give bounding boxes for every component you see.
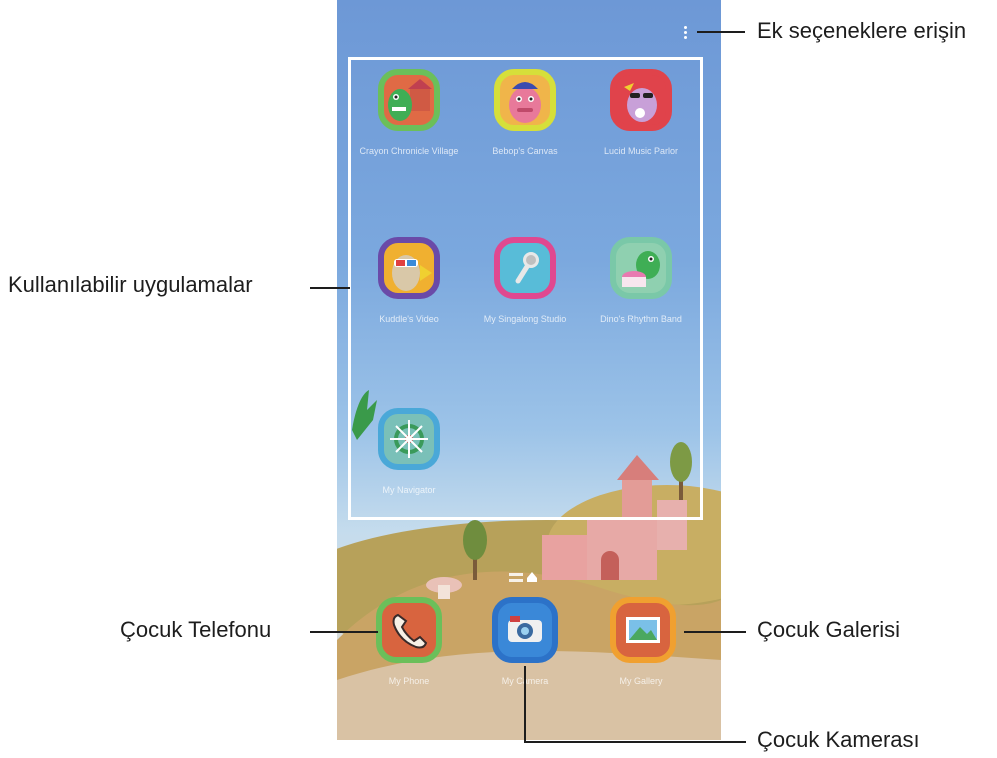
kids-gallery-app[interactable] xyxy=(610,597,676,663)
app-microphone[interactable] xyxy=(494,237,556,299)
pink-monster-icon xyxy=(509,82,541,123)
app-label: Dino's Rhythm Band xyxy=(600,314,682,324)
more-options-icon[interactable] xyxy=(683,26,691,44)
app-label: Bebop's Canvas xyxy=(492,146,558,156)
callout-kids-phone: Çocuk Telefonu xyxy=(120,617,272,642)
ship-wheel-icon xyxy=(390,420,428,458)
app-pink-monster[interactable] xyxy=(494,69,556,131)
callout-available-apps: Kullanılabilir uygulamalar xyxy=(8,272,253,297)
app-dino-house[interactable] xyxy=(378,69,440,131)
kids-camera-app[interactable] xyxy=(492,597,558,663)
app-label: Kuddle's Video xyxy=(379,314,439,324)
app-label: My Phone xyxy=(388,676,430,686)
callout-line xyxy=(310,631,378,633)
3d-glasses-character-icon xyxy=(392,255,432,291)
app-rockstar-monster[interactable] xyxy=(610,69,672,131)
callout-line xyxy=(684,631,746,633)
dino-drum-icon xyxy=(622,251,660,287)
callout-more-options: Ek seçeneklere erişin xyxy=(757,18,967,43)
app-label: Crayon Chronicle Village xyxy=(359,146,459,156)
app-label: My Navigator xyxy=(382,485,436,495)
app-label: My Gallery xyxy=(619,676,663,686)
callout-kids-gallery: Çocuk Galerisi xyxy=(757,617,901,642)
rockstar-monster-icon xyxy=(624,83,657,122)
phone-handset-icon xyxy=(392,613,428,649)
gallery-picture-icon xyxy=(626,617,660,643)
callout-line xyxy=(697,31,745,33)
callout-line xyxy=(524,741,746,743)
app-ship-wheel[interactable] xyxy=(378,408,440,470)
microphone-icon xyxy=(515,252,539,284)
callout-line xyxy=(524,666,526,742)
kids-phone-app[interactable] xyxy=(376,597,442,663)
kids-home-screen: Crayon Chronicle Village Bebop's Canvas … xyxy=(337,0,721,740)
app-label: My Singalong Studio xyxy=(483,314,567,324)
camera-icon xyxy=(508,616,542,642)
callout-line xyxy=(310,287,350,289)
app-label: Lucid Music Parlor xyxy=(603,146,679,156)
callout-kids-camera: Çocuk Kamerası xyxy=(757,727,920,752)
app-3d-glasses[interactable] xyxy=(378,237,440,299)
dino-house-icon xyxy=(388,79,432,121)
app-dino-drum[interactable] xyxy=(610,237,672,299)
